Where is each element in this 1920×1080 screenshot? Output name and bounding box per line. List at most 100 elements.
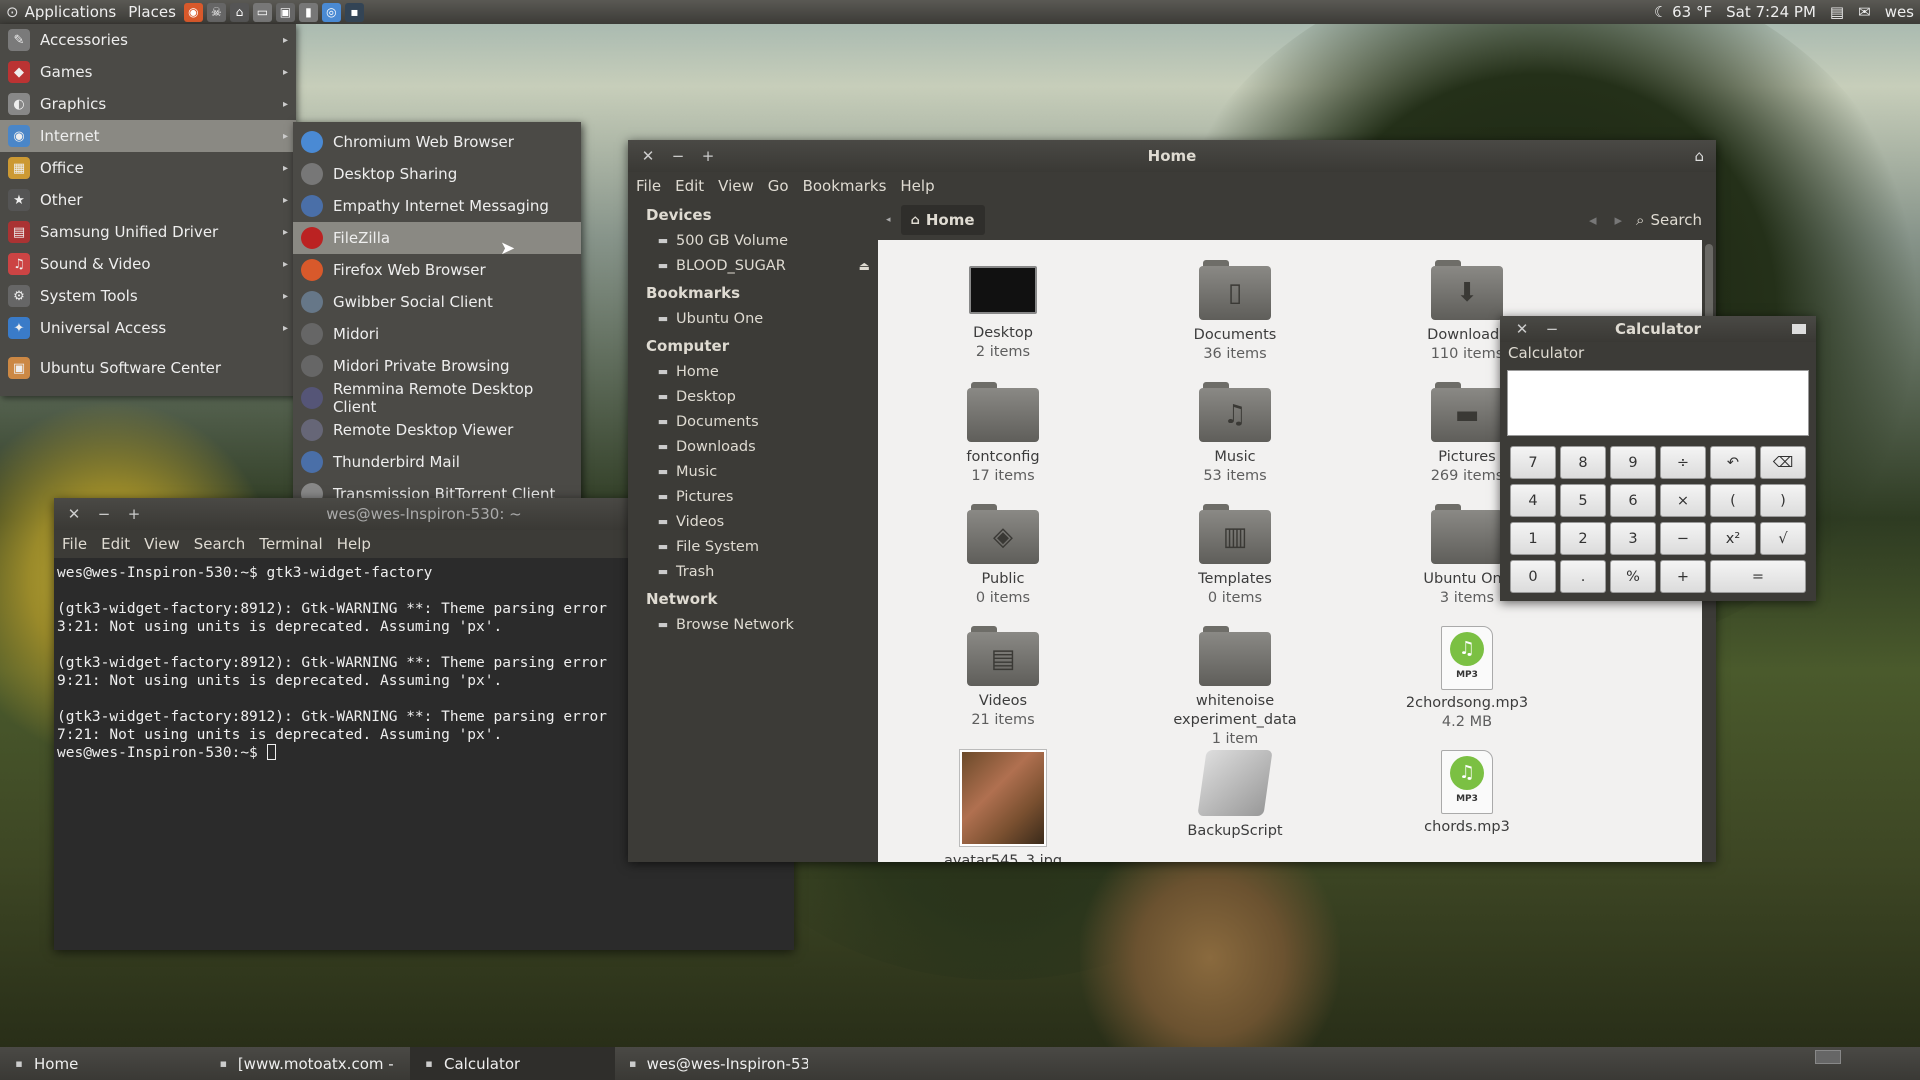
taskbar-item-firefox[interactable]: ▪ [www.motoatx.com - ... — [205, 1047, 410, 1080]
forward-icon[interactable]: ▸ — [1615, 211, 1623, 229]
calc-button-equals[interactable]: = — [1710, 560, 1806, 593]
menu-item-software-center[interactable]: ▣ Ubuntu Software Center — [0, 352, 296, 384]
menu-item-firefox-web-browser[interactable]: Firefox Web Browser — [293, 254, 581, 286]
calculator-display[interactable] — [1507, 370, 1809, 436]
terminal-menu-edit[interactable]: Edit — [101, 535, 130, 553]
file-manager-titlebar[interactable]: ✕ − + Home ⌂ — [628, 140, 1716, 172]
file-item[interactable]: Desktop 2 items — [908, 260, 1098, 362]
sidebar-item-ubuntu-one[interactable]: ▬ Ubuntu One — [628, 306, 878, 331]
network-icon[interactable]: ▤ — [1830, 3, 1844, 21]
calc-button-7[interactable]: 7 — [1510, 446, 1556, 479]
calc-button-sqrt[interactable]: √ — [1760, 522, 1806, 555]
places-menu[interactable]: Places — [122, 0, 182, 24]
sidebar-item-blood-sugar[interactable]: ▬ BLOOD_SUGAR ⏏ — [628, 253, 878, 278]
file-item[interactable]: ◈ Public 0 items — [908, 504, 1098, 608]
menu-category-sound-video[interactable]: ♫ Sound & Video ▸ — [0, 248, 296, 280]
terminal-menu-view[interactable]: View — [144, 535, 180, 553]
file-item[interactable]: BackupScript — [1140, 750, 1330, 841]
file-item[interactable]: ▥ Templates 0 items — [1140, 504, 1330, 608]
menu-category-other[interactable]: ★ Other ▸ — [0, 184, 296, 216]
terminal-launcher-icon[interactable]: ▪ — [344, 2, 364, 22]
minimize-icon[interactable]: − — [1542, 320, 1562, 338]
minimize-icon[interactable]: − — [668, 147, 688, 165]
maximize-icon[interactable]: + — [124, 505, 144, 523]
calc-button-2[interactable]: 2 — [1560, 522, 1606, 555]
sidebar-item-home[interactable]: ▬ Home — [628, 359, 878, 384]
menu-category-universal-access[interactable]: ✦ Universal Access ▸ — [0, 312, 296, 344]
calc-button-close-paren[interactable]: ) — [1760, 484, 1806, 517]
calc-button-6[interactable]: 6 — [1610, 484, 1656, 517]
calc-button-percent[interactable]: % — [1610, 560, 1656, 593]
pirate-launcher-icon[interactable]: ☠ — [206, 2, 226, 22]
calc-button-add[interactable]: + — [1660, 560, 1706, 593]
path-left-arrow-icon[interactable]: ◂ — [886, 215, 891, 225]
close-icon[interactable]: ✕ — [64, 505, 84, 523]
path-home-button[interactable]: ⌂ Home — [900, 205, 985, 235]
keyboard-launcher-icon[interactable]: ▭ — [252, 2, 272, 22]
calc-button-subtract[interactable]: − — [1660, 522, 1706, 555]
sidebar-item-videos[interactable]: ▬ Videos — [628, 509, 878, 534]
calc-button-9[interactable]: 9 — [1610, 446, 1656, 479]
calculator-titlebar[interactable]: ✕ − Calculator — [1500, 316, 1816, 342]
sidebar-item-documents[interactable]: ▬ Documents — [628, 409, 878, 434]
calc-button-backspace[interactable]: ⌫ — [1760, 446, 1806, 479]
menu-category-internet[interactable]: ◉ Internet ▸ — [0, 120, 296, 152]
menu-category-samsung-unified-driver[interactable]: ▤ Samsung Unified Driver ▸ — [0, 216, 296, 248]
chromium-launcher-icon[interactable]: ◎ — [321, 2, 341, 22]
file-item[interactable]: ▯ Documents 36 items — [1140, 260, 1330, 364]
calc-button-multiply[interactable]: × — [1660, 484, 1706, 517]
usb-launcher-icon[interactable]: ▮ — [298, 2, 318, 22]
sidebar-item-desktop[interactable]: ▬ Desktop — [628, 384, 878, 409]
menu-item-thunderbird-mail[interactable]: Thunderbird Mail — [293, 446, 581, 478]
file-item[interactable]: ♫ Music 53 items — [1140, 382, 1330, 486]
terminal-menu-search[interactable]: Search — [194, 535, 246, 553]
calc-button-4[interactable]: 4 — [1510, 484, 1556, 517]
sidebar-item-browse-network[interactable]: ▬ Browse Network — [628, 612, 878, 637]
file-item[interactable]: fontconfig 17 items — [908, 382, 1098, 486]
terminal-menu-help[interactable]: Help — [337, 535, 371, 553]
menu-item-remote-desktop-viewer[interactable]: Remote Desktop Viewer — [293, 414, 581, 446]
calc-button-decimal[interactable]: . — [1560, 560, 1606, 593]
maximize-icon[interactable]: + — [698, 147, 718, 165]
display-launcher-icon[interactable]: ▣ — [275, 2, 295, 22]
weather-indicator[interactable]: ☾ 63 °F — [1654, 3, 1712, 21]
calc-button-5[interactable]: 5 — [1560, 484, 1606, 517]
taskbar-item-calculator[interactable]: ▪ Calculator — [410, 1047, 615, 1080]
file-item[interactable]: ▤ Videos 21 items — [908, 626, 1098, 730]
sidebar-item-file-system[interactable]: ▬ File System — [628, 534, 878, 559]
menu-item-chromium-web-browser[interactable]: Chromium Web Browser — [293, 126, 581, 158]
messaging-icon[interactable]: ✉ — [1858, 3, 1871, 21]
home-launcher-icon[interactable]: ⌂ — [229, 2, 249, 22]
file-item[interactable]: ♫ MP3 2chordsong.mp3 4.2 MB — [1372, 626, 1562, 732]
menu-category-games[interactable]: ◆ Games ▸ — [0, 56, 296, 88]
menu-item-remmina-remote-desktop-client[interactable]: Remmina Remote Desktop Client — [293, 380, 581, 416]
menu-item-midori[interactable]: Midori — [293, 318, 581, 350]
menu-category-accessories[interactable]: ✎ Accessories ▸ — [0, 24, 296, 56]
firefox-launcher-icon[interactable]: ◉ — [183, 2, 203, 22]
workspace-switcher[interactable] — [1815, 1050, 1841, 1064]
menu-item-filezilla[interactable]: FileZilla — [293, 222, 581, 254]
search-button[interactable]: ⌕ Search — [1636, 211, 1702, 229]
close-icon[interactable]: ✕ — [1512, 320, 1532, 338]
sidebar-item-trash[interactable]: ▬ Trash — [628, 559, 878, 584]
file-manager-menu-view[interactable]: View — [718, 177, 754, 195]
calc-button-undo[interactable]: ↶ — [1710, 446, 1756, 479]
taskbar-item-home[interactable]: ▪ Home — [0, 1047, 205, 1080]
file-item[interactable]: ♫ MP3 chords.mp3 — [1372, 750, 1562, 837]
minimize-icon[interactable]: − — [94, 505, 114, 523]
applications-menu[interactable]: ⊙ Applications — [0, 0, 122, 24]
menu-category-office[interactable]: ▦ Office ▸ — [0, 152, 296, 184]
calc-button-3[interactable]: 3 — [1610, 522, 1656, 555]
file-manager-menu-help[interactable]: Help — [900, 177, 934, 195]
menu-category-graphics[interactable]: ◐ Graphics ▸ — [0, 88, 296, 120]
menu-category-system-tools[interactable]: ⚙ System Tools ▸ — [0, 280, 296, 312]
file-manager-menu-bookmarks[interactable]: Bookmarks — [803, 177, 887, 195]
file-manager-menu-go[interactable]: Go — [768, 177, 789, 195]
calc-button-1[interactable]: 1 — [1510, 522, 1556, 555]
calculator-menu-icon[interactable] — [1792, 324, 1806, 334]
calc-button-divide[interactable]: ÷ — [1660, 446, 1706, 479]
clock[interactable]: Sat 7:24 PM — [1726, 3, 1816, 21]
menu-item-desktop-sharing[interactable]: Desktop Sharing — [293, 158, 581, 190]
calc-button-open-paren[interactable]: ( — [1710, 484, 1756, 517]
eject-icon[interactable]: ⏏ — [859, 259, 870, 273]
